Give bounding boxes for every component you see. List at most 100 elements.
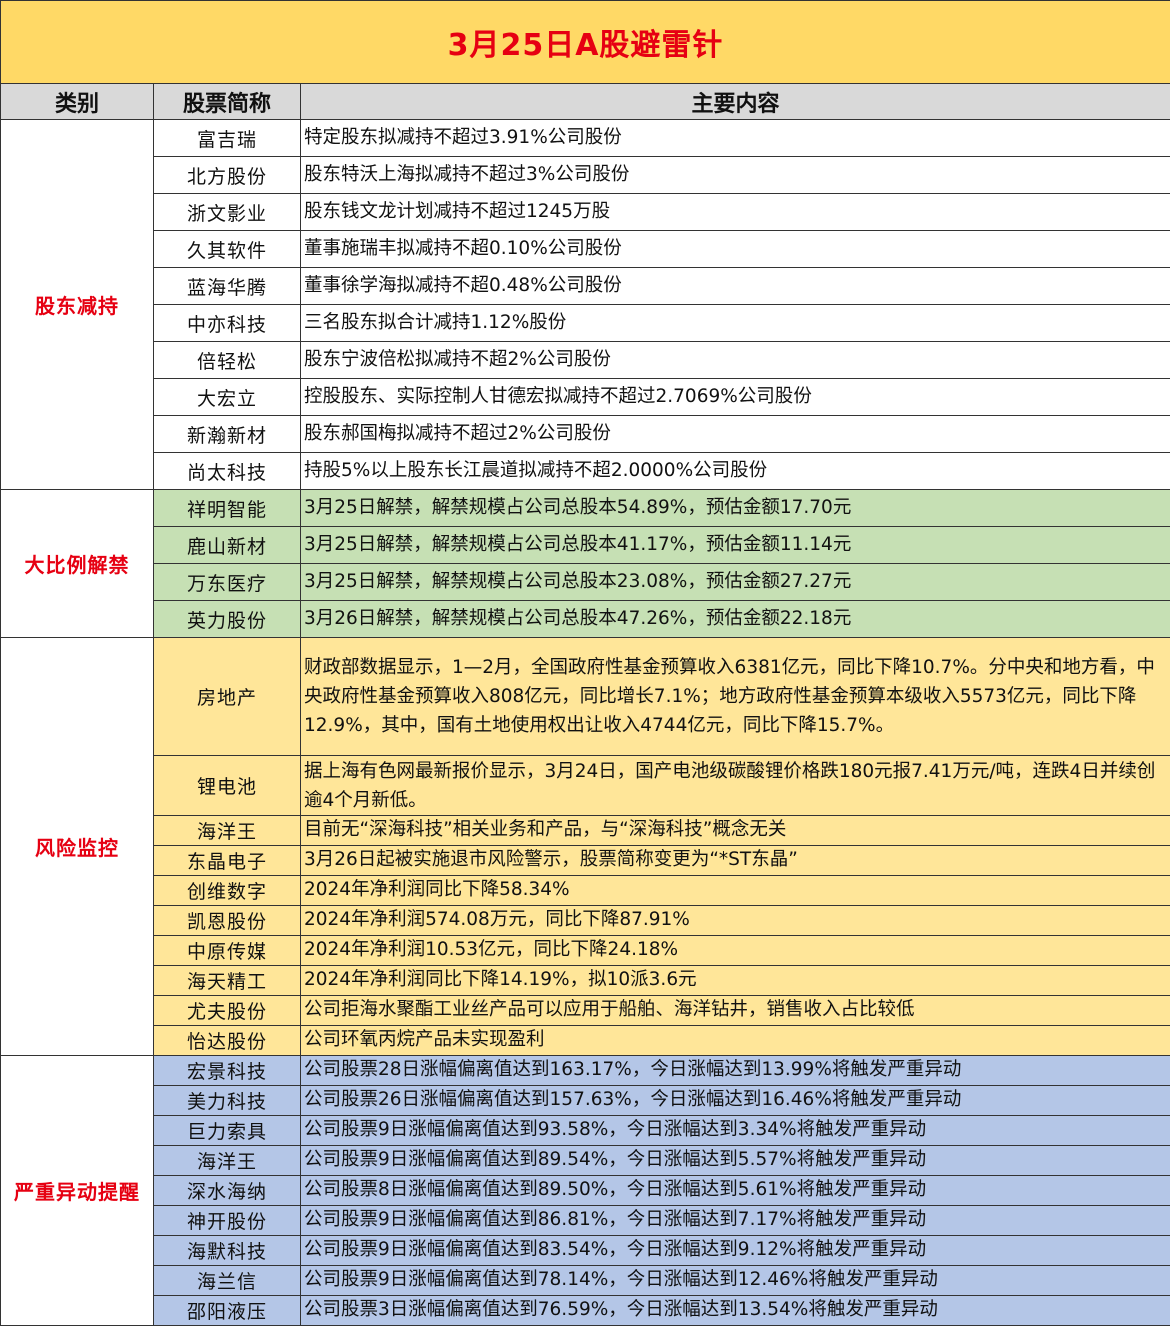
table-row: 风险监控 房地产 财政部数据显示，1—2月，全国政府性基金预算收入6381亿元，同比… xyxy=(0,637,1170,1056)
content-cell: 股东郝国梅拟减持不超过2%公司股份 xyxy=(300,415,1170,453)
table-row: 神开股份 公司股票9日涨幅偏离值达到86.81%，今日涨幅达到7.17%将触发严重… xyxy=(1,1205,1170,1236)
stock-name-cell: 锂电池 xyxy=(153,755,301,816)
content-cell: 董事徐学海拟减持不超0.48%公司股份 xyxy=(300,267,1170,305)
content-cell: 公司股票3日涨幅偏离值达到76.59%，今日涨幅达到13.54%将触发严重异动 xyxy=(300,1295,1170,1326)
table-row: 巨力索具 公司股票9日涨幅偏离值达到93.58%，今日涨幅达到3.34%将触发严重… xyxy=(1,1115,1170,1146)
stock-name-cell: 深水海纳 xyxy=(153,1175,301,1206)
stock-name-cell: 中原传媒 xyxy=(153,935,301,966)
content-cell: 2024年净利润同比下降58.34% xyxy=(300,875,1170,906)
table-row: 海默科技 公司股票9日涨幅偏离值达到83.54%，今日涨幅达到9.12%将触发严重… xyxy=(1,1235,1170,1266)
table-row: 倍轻松 股东宁波倍松拟减持不超2%公司股份 xyxy=(1,341,1170,379)
category-cell: 严重异动提醒 xyxy=(0,1055,154,1326)
table-row: 海洋王 公司股票9日涨幅偏离值达到89.54%，今日涨幅达到5.57%将触发严重异… xyxy=(1,1145,1170,1176)
stock-name-cell: 万东医疗 xyxy=(153,563,301,601)
content-cell: 公司股票9日涨幅偏离值达到83.54%，今日涨幅达到9.12%将触发严重异动 xyxy=(300,1235,1170,1266)
table-row: 北方股份 股东特沃上海拟减持不超过3%公司股份 xyxy=(1,156,1170,194)
stock-name-cell: 富吉瑞 xyxy=(153,119,301,157)
stock-name-cell: 海洋王 xyxy=(153,1145,301,1176)
content-cell: 董事施瑞丰拟减持不超0.10%公司股份 xyxy=(300,230,1170,268)
stock-name-cell: 海洋王 xyxy=(153,815,301,846)
table-row: 尤夫股份 公司拒海水聚酯工业丝产品可以应用于船舶、海洋钻井，销售收入占比较低 xyxy=(1,995,1170,1026)
table-row: 锂电池 据上海有色网最新报价显示，3月24日，国产电池级碳酸锂价格跌180元报7.… xyxy=(1,755,1170,816)
table-row: 深水海纳 公司股票8日涨幅偏离值达到89.50%，今日涨幅达到5.61%将触发严重… xyxy=(1,1175,1170,1206)
stock-name-cell: 中亦科技 xyxy=(153,304,301,342)
category-cell: 大比例解禁 xyxy=(0,489,154,638)
table-row: 海洋王 目前无“深海科技”相关业务和产品，与“深海科技”概念无关 xyxy=(1,815,1170,846)
table-row: 鹿山新材 3月25日解禁，解禁规模占公司总股本41.17%，预估金额11.14元 xyxy=(1,526,1170,564)
header-category: 类别 xyxy=(0,83,154,120)
content-cell: 据上海有色网最新报价显示，3月24日，国产电池级碳酸锂价格跌180元报7.41万… xyxy=(300,755,1170,816)
table-row: 尚太科技 持股5%以上股东长江晨道拟减持不超2.0000%公司股份 xyxy=(1,452,1170,490)
table-row: 创维数字 2024年净利润同比下降58.34% xyxy=(1,875,1170,906)
stock-name-cell: 邵阳液压 xyxy=(153,1295,301,1326)
content-cell: 2024年净利润10.53亿元，同比下降24.18% xyxy=(300,935,1170,966)
stock-name-cell: 凯恩股份 xyxy=(153,905,301,936)
content-cell: 2024年净利润同比下降14.19%，拟10派3.6元 xyxy=(300,965,1170,996)
content-cell: 2024年净利润574.08万元，同比下降87.91% xyxy=(300,905,1170,936)
content-cell: 公司拒海水聚酯工业丝产品可以应用于船舶、海洋钻井，销售收入占比较低 xyxy=(300,995,1170,1026)
header-content: 主要内容 xyxy=(300,83,1170,120)
content-cell: 3月25日解禁，解禁规模占公司总股本23.08%，预估金额27.27元 xyxy=(300,563,1170,601)
table-row: 海天精工 2024年净利润同比下降14.19%，拟10派3.6元 xyxy=(1,965,1170,996)
table-row: 海兰信 公司股票9日涨幅偏离值达到78.14%，今日涨幅达到12.46%将触发严重… xyxy=(1,1265,1170,1296)
stock-name-cell: 巨力索具 xyxy=(153,1115,301,1146)
stock-name-cell: 神开股份 xyxy=(153,1205,301,1236)
table-row: 股东减持 富吉瑞 特定股东拟减持不超过3.91%公司股份 xyxy=(0,119,1170,490)
table-row: 大宏立 控股股东、实际控制人甘德宏拟减持不超过2.7069%公司股份 xyxy=(1,378,1170,416)
stock-name-cell: 尤夫股份 xyxy=(153,995,301,1026)
content-cell: 股东宁波倍松拟减持不超2%公司股份 xyxy=(300,341,1170,379)
content-cell: 公司股票9日涨幅偏离值达到89.54%，今日涨幅达到5.57%将触发严重异动 xyxy=(300,1145,1170,1176)
category-cell: 股东减持 xyxy=(0,119,154,490)
table-row: 怡达股份 公司环氧丙烷产品未实现盈利 xyxy=(1,1025,1170,1056)
content-cell: 特定股东拟减持不超过3.91%公司股份 xyxy=(300,119,1170,157)
content-cell: 持股5%以上股东长江晨道拟减持不超2.0000%公司股份 xyxy=(300,452,1170,490)
table-row: 蓝海华腾 董事徐学海拟减持不超0.48%公司股份 xyxy=(1,267,1170,305)
table-row: 久其软件 董事施瑞丰拟减持不超0.10%公司股份 xyxy=(1,230,1170,268)
content-cell: 三名股东拟合计减持1.12%股份 xyxy=(300,304,1170,342)
stock-name-cell: 浙文影业 xyxy=(153,193,301,231)
content-cell: 公司股票9日涨幅偏离值达到86.81%，今日涨幅达到7.17%将触发严重异动 xyxy=(300,1205,1170,1236)
risk-table: 3月25日A股避雷针 类别 股票简称 主要内容 股东减持 富吉瑞 特定股东拟减持不超… xyxy=(0,0,1170,1326)
table-row: 英力股份 3月26日解禁，解禁规模占公司总股本47.26%，预估金额22.18元 xyxy=(1,600,1170,638)
content-cell: 公司股票9日涨幅偏离值达到78.14%，今日涨幅达到12.46%将触发严重异动 xyxy=(300,1265,1170,1296)
stock-name-cell: 新瀚新材 xyxy=(153,415,301,453)
stock-name-cell: 创维数字 xyxy=(153,875,301,906)
page-title: 3月25日A股避雷针 xyxy=(0,0,1170,84)
table-row: 邵阳液压 公司股票3日涨幅偏离值达到76.59%，今日涨幅达到13.54%将触发严… xyxy=(1,1295,1170,1326)
stock-name-cell: 美力科技 xyxy=(153,1085,301,1116)
table-row: 大比例解禁 祥明智能 3月25日解禁，解禁规模占公司总股本54.89%，预估金额17… xyxy=(0,489,1170,638)
table-row: 东晶电子 3月26日起被实施退市风险警示，股票简称变更为“*ST东晶” xyxy=(1,845,1170,876)
stock-name-cell: 久其软件 xyxy=(153,230,301,268)
stock-name-cell: 蓝海华腾 xyxy=(153,267,301,305)
table-row: 中原传媒 2024年净利润10.53亿元，同比下降24.18% xyxy=(1,935,1170,966)
stock-name-cell: 宏景科技 xyxy=(153,1055,301,1086)
table-row: 万东医疗 3月25日解禁，解禁规模占公司总股本23.08%，预估金额27.27元 xyxy=(1,563,1170,601)
category-cell: 风险监控 xyxy=(0,637,154,1056)
table-row: 凯恩股份 2024年净利润574.08万元，同比下降87.91% xyxy=(1,905,1170,936)
stock-name-cell: 祥明智能 xyxy=(153,489,301,527)
stock-name-cell: 东晶电子 xyxy=(153,845,301,876)
title-row: 3月25日A股避雷针 xyxy=(0,0,1170,84)
stock-name-cell: 海兰信 xyxy=(153,1265,301,1296)
stock-name-cell: 尚太科技 xyxy=(153,452,301,490)
content-cell: 3月26日起被实施退市风险警示，股票简称变更为“*ST东晶” xyxy=(300,845,1170,876)
content-cell: 股东钱文龙计划减持不超过1245万股 xyxy=(300,193,1170,231)
content-cell: 公司股票9日涨幅偏离值达到93.58%，今日涨幅达到3.34%将触发严重异动 xyxy=(300,1115,1170,1146)
content-cell: 公司环氧丙烷产品未实现盈利 xyxy=(300,1025,1170,1056)
content-cell: 股东特沃上海拟减持不超过3%公司股份 xyxy=(300,156,1170,194)
stock-name-cell: 大宏立 xyxy=(153,378,301,416)
content-cell: 公司股票8日涨幅偏离值达到89.50%，今日涨幅达到5.61%将触发严重异动 xyxy=(300,1175,1170,1206)
table-row: 新瀚新材 股东郝国梅拟减持不超过2%公司股份 xyxy=(1,415,1170,453)
stock-name-cell: 英力股份 xyxy=(153,600,301,638)
content-cell: 3月26日解禁，解禁规模占公司总股本47.26%，预估金额22.18元 xyxy=(300,600,1170,638)
content-cell: 目前无“深海科技”相关业务和产品，与“深海科技”概念无关 xyxy=(300,815,1170,846)
stock-name-cell: 倍轻松 xyxy=(153,341,301,379)
content-cell: 3月25日解禁，解禁规模占公司总股本54.89%，预估金额17.70元 xyxy=(300,489,1170,527)
table-row: 严重异动提醒 宏景科技 公司股票28日涨幅偏离值达到163.17%，今日涨幅达到13… xyxy=(0,1055,1170,1326)
content-cell: 控股股东、实际控制人甘德宏拟减持不超过2.7069%公司股份 xyxy=(300,378,1170,416)
stock-name-cell: 海天精工 xyxy=(153,965,301,996)
content-cell: 财政部数据显示，1—2月，全国政府性基金预算收入6381亿元，同比下降10.7%… xyxy=(300,637,1170,756)
content-cell: 公司股票26日涨幅偏离值达到157.63%，今日涨幅达到16.46%将触发严重异… xyxy=(300,1085,1170,1116)
content-cell: 3月25日解禁，解禁规模占公司总股本41.17%，预估金额11.14元 xyxy=(300,526,1170,564)
stock-name-cell: 北方股份 xyxy=(153,156,301,194)
